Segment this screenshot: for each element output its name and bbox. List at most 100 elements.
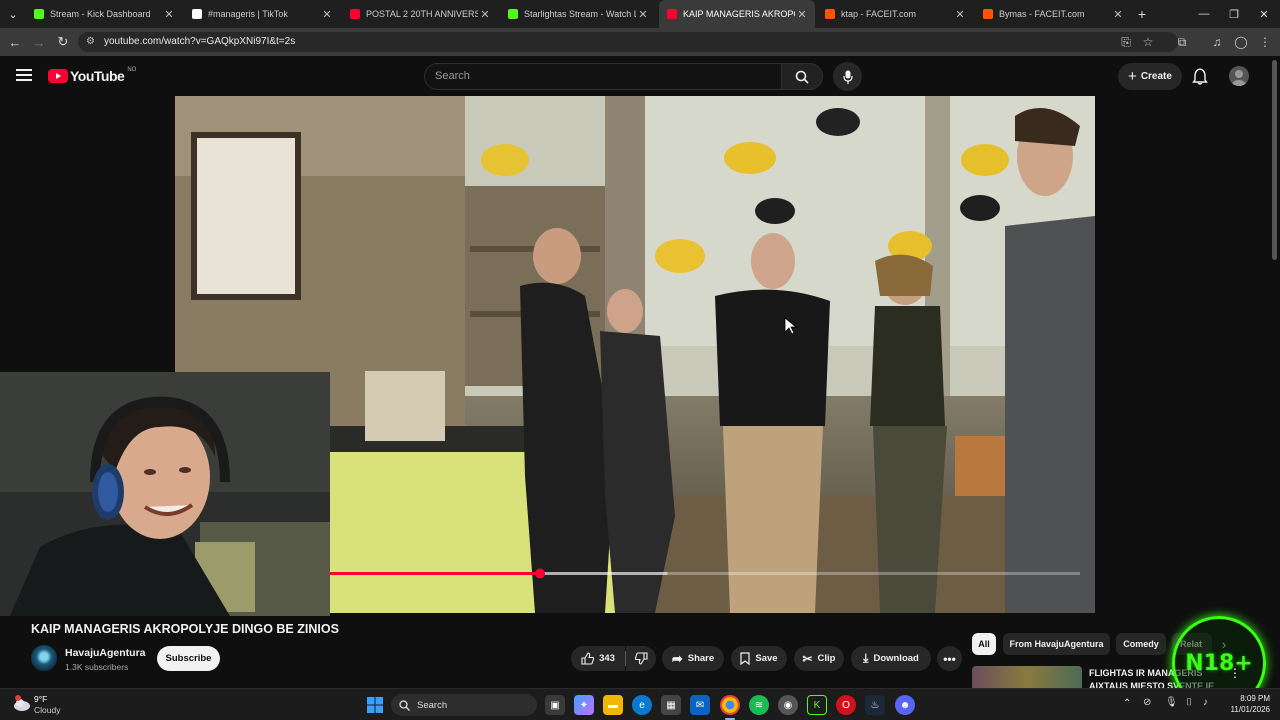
save-bookmark-icon <box>740 652 751 665</box>
profile-icon[interactable]: ◯ <box>1230 28 1252 56</box>
media-control-icon[interactable]: ♫ <box>1206 28 1228 56</box>
hamburger-menu-icon[interactable] <box>16 68 32 82</box>
steam-icon[interactable]: ♨ <box>865 695 885 715</box>
notifications-bell-icon[interactable] <box>1192 68 1208 85</box>
chip-all[interactable]: All <box>972 633 996 655</box>
clip-button[interactable]: ✂ Clip <box>794 646 844 671</box>
weather-desc[interactable]: Cloudy <box>34 705 60 715</box>
tab-close-icon[interactable]: ✕ <box>795 8 809 21</box>
search-input[interactable]: Search <box>424 63 782 90</box>
browser-tab-strip: ⌄ Stream - Kick Dashboard ✕ #manageris | T… <box>0 0 1280 28</box>
chrome-icon[interactable] <box>720 695 740 715</box>
more-horizontal-icon: ••• <box>943 651 956 666</box>
chip-from-channel[interactable]: From HavajuAgentura <box>1003 633 1110 655</box>
like-button[interactable]: 343 <box>571 646 625 671</box>
outlook-icon[interactable]: ✉ <box>690 695 710 715</box>
maximize-icon[interactable]: ❐ <box>1218 0 1250 28</box>
tab-title: KAIP MANAGERIS AKROPOLYJE <box>683 9 795 19</box>
more-actions-button[interactable]: ••• <box>937 646 962 671</box>
tab-title: Starlightas Stream - Watch Live <box>524 9 636 19</box>
edge-browser-icon[interactable]: e <box>632 695 652 715</box>
task-view-icon[interactable]: ▣ <box>545 695 565 715</box>
save-button[interactable]: Save <box>731 646 787 671</box>
search-button[interactable] <box>781 63 823 90</box>
plus-icon: + <box>1128 68 1137 85</box>
store-icon[interactable]: ▦ <box>661 695 681 715</box>
start-menu-windows-icon[interactable] <box>365 695 385 715</box>
browser-tab[interactable]: ktap - FACEIT.com ✕ <box>817 0 973 28</box>
tab-search-icon[interactable]: ⌄ <box>2 0 24 28</box>
bookmark-star-icon[interactable]: ☆ <box>1137 28 1159 56</box>
youtube-play-icon <box>48 69 68 83</box>
tray-app-icon[interactable]: ⊘ <box>1143 697 1151 708</box>
voice-search-button[interactable] <box>833 62 862 91</box>
subscriber-count: 1.3K subscribers <box>65 662 129 672</box>
tab-title: #manageris | TikTok <box>208 9 288 19</box>
browser-tab[interactable]: KAIP MANAGERIS AKROPOLYJE✕ <box>659 0 815 28</box>
extensions-icon[interactable]: ⧉ <box>1171 28 1193 56</box>
weather-cloud-icon[interactable] <box>12 694 32 714</box>
tab-favicon-icon <box>34 9 44 19</box>
page-scrollbar[interactable] <box>1272 60 1277 260</box>
browser-menu-icon[interactable]: ⋮ <box>1254 28 1276 56</box>
back-icon[interactable]: ← <box>3 28 27 56</box>
network-icon[interactable]: ⌷ <box>1186 697 1192 708</box>
copilot-icon[interactable]: ✦ <box>574 695 594 715</box>
close-window-icon[interactable]: ✕ <box>1248 0 1280 28</box>
taskbar-clock[interactable]: 8:09 PM 11/01/2026 <box>1222 694 1270 714</box>
account-avatar[interactable] <box>1229 66 1249 86</box>
site-info-icon[interactable]: ⚙ <box>86 32 95 52</box>
discord-icon[interactable]: ☻ <box>895 695 915 715</box>
obs-icon[interactable]: ◉ <box>778 695 798 715</box>
channel-avatar[interactable] <box>31 645 57 671</box>
volume-icon[interactable]: ♪ <box>1203 697 1208 708</box>
opera-icon[interactable]: O <box>836 695 856 715</box>
tray-mic-icon[interactable]: 🎙 <box>1165 697 1178 708</box>
tab-favicon-icon <box>825 9 835 19</box>
browser-tab[interactable]: #manageris | TikTok ✕ <box>184 0 340 28</box>
progress-scrubber[interactable] <box>535 568 545 579</box>
forward-icon[interactable]: → <box>27 28 51 56</box>
browser-tab[interactable]: Starlightas Stream - Watch Live✕ <box>500 0 656 28</box>
tab-title: ktap - FACEIT.com <box>841 9 917 19</box>
tab-favicon-icon <box>508 9 518 19</box>
share-label: Share <box>687 653 715 664</box>
tab-close-icon[interactable]: ✕ <box>953 8 967 21</box>
tab-close-icon[interactable]: ✕ <box>320 8 334 21</box>
related-video-thumbnail[interactable] <box>972 666 1082 688</box>
browser-tab[interactable]: POSTAL 2 20TH ANNIVERSARY✕ <box>342 0 498 28</box>
download-label: Download <box>873 653 919 664</box>
new-tab-button[interactable]: + <box>1130 0 1154 28</box>
tray-overflow-chevron-icon[interactable]: ⌃ <box>1123 698 1131 709</box>
create-button[interactable]: + Create <box>1118 63 1182 90</box>
windows-taskbar: 9°F Cloudy Search ▣ ✦ ▬ e ▦ ✉ ≋ ◉ K O ♨ … <box>0 688 1280 720</box>
minimize-icon[interactable]: — <box>1188 0 1220 28</box>
channel-name[interactable]: HavajuAgentura <box>65 647 146 659</box>
share-button[interactable]: ➦ Share <box>662 646 724 671</box>
weather-temp[interactable]: 9°F <box>34 694 47 704</box>
progress-played <box>330 572 540 575</box>
youtube-header: YouTube NO Search + Create <box>0 56 1280 96</box>
spotify-icon[interactable]: ≋ <box>749 695 769 715</box>
dislike-button[interactable] <box>626 646 656 671</box>
taskbar-search[interactable]: Search <box>391 694 537 716</box>
browser-tab[interactable]: Bymas - FACEIT.com ✕ <box>975 0 1131 28</box>
related-more-icon[interactable]: ⋮ <box>1229 666 1241 680</box>
youtube-logo[interactable]: YouTube NO <box>48 67 136 84</box>
tab-close-icon[interactable]: ✕ <box>636 8 650 21</box>
install-app-icon[interactable]: ⎘ <box>1115 28 1137 56</box>
taskbar-time: 8:09 PM <box>1240 694 1270 703</box>
kick-app-icon[interactable]: K <box>807 695 827 715</box>
tab-close-icon[interactable]: ✕ <box>162 8 176 21</box>
address-bar[interactable]: ⚙ youtube.com/watch?v=GAQkpXNi97I&t=2s <box>78 32 1178 52</box>
download-button[interactable]: ⤓ Download <box>851 646 931 671</box>
file-explorer-icon[interactable]: ▬ <box>603 695 623 715</box>
chip-comedy[interactable]: Comedy <box>1116 633 1166 655</box>
tab-close-icon[interactable]: ✕ <box>1111 8 1125 21</box>
reload-icon[interactable]: ↻ <box>51 28 75 56</box>
download-icon: ⤓ <box>863 651 869 665</box>
browser-tab[interactable]: Stream - Kick Dashboard ✕ <box>26 0 182 28</box>
share-icon: ➦ <box>671 650 683 666</box>
subscribe-button[interactable]: Subscribe <box>157 646 220 671</box>
tab-close-icon[interactable]: ✕ <box>478 8 492 21</box>
